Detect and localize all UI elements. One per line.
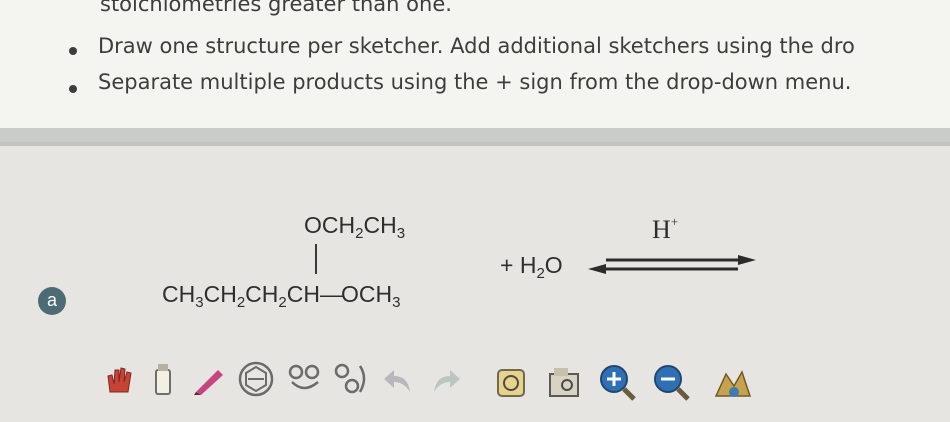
water-text: + H <box>500 252 537 278</box>
water-reagent: + H2O <box>500 252 563 282</box>
zoom-out-icon[interactable] <box>650 362 694 402</box>
help-tool-icon[interactable] <box>708 362 758 402</box>
zoom-in-icon[interactable] <box>596 362 640 402</box>
reactant-main-chain: CH3CH2CH2CH—OCH3 <box>162 281 400 311</box>
hand-tool-icon[interactable] <box>100 362 140 398</box>
pencil-tool-icon[interactable] <box>190 362 228 396</box>
subscript: 3 <box>392 294 401 311</box>
subscript: 2 <box>236 294 246 311</box>
catalyst-label: H+ <box>652 214 678 245</box>
eraser-tool-icon[interactable] <box>148 360 178 398</box>
forward-arrowhead <box>738 255 756 265</box>
undo-icon[interactable] <box>380 364 420 398</box>
chain-text: CH <box>162 281 196 307</box>
clean-structure-icon[interactable] <box>494 364 530 400</box>
chain-text: CH <box>286 281 320 307</box>
subscript: 3 <box>195 294 204 311</box>
chain-text: OCH <box>340 281 393 307</box>
reverse-arrowhead <box>588 264 606 274</box>
catalyst-text: H <box>652 215 671 244</box>
bond-lines <box>315 244 756 274</box>
subscript: 2 <box>278 294 287 311</box>
water-text: O <box>544 252 563 278</box>
horizontal-bond: — <box>319 281 343 307</box>
molecule-template-icon[interactable] <box>284 360 328 398</box>
import-structure-icon[interactable] <box>546 364 584 400</box>
chain-text: CH <box>245 281 279 307</box>
redo-icon[interactable] <box>424 364 464 398</box>
superscript: + <box>670 214 679 229</box>
chain-text: CH <box>203 281 237 307</box>
subscript: 2 <box>536 265 545 282</box>
chain-tool-icon[interactable] <box>330 360 370 398</box>
ring-template-icon[interactable] <box>236 360 276 398</box>
